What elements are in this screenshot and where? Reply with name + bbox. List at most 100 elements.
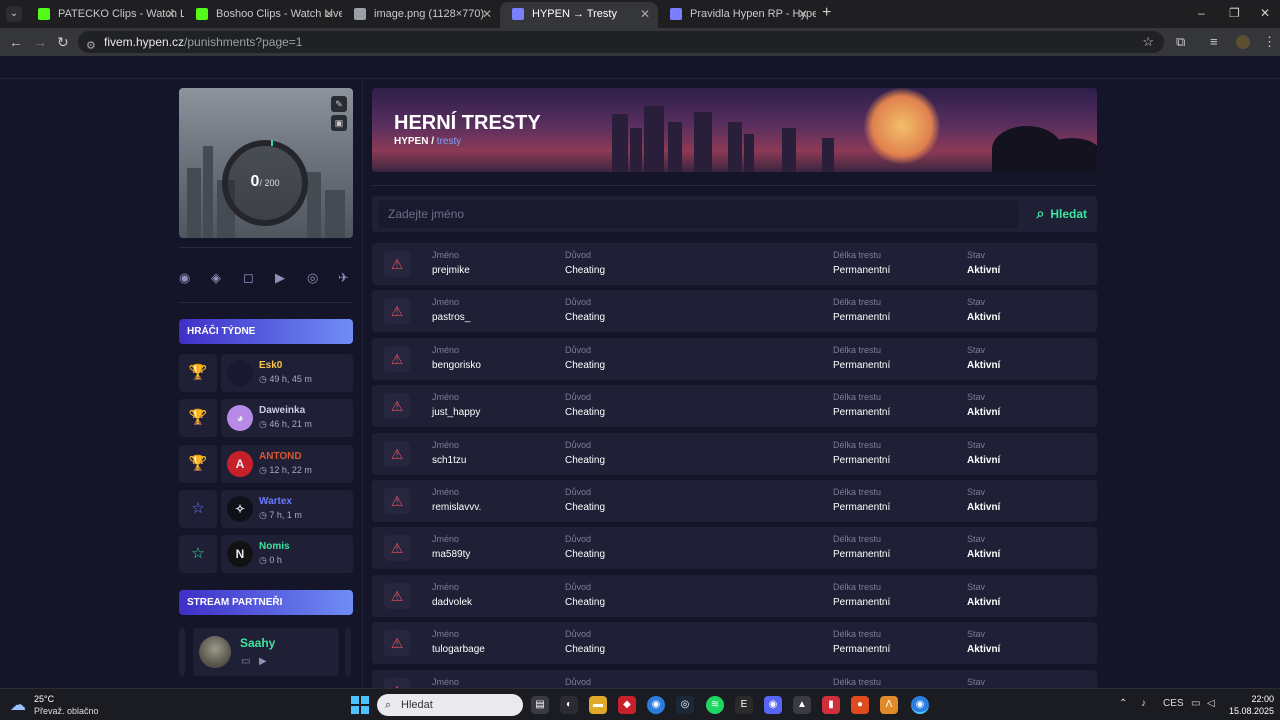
- browser-tab[interactable]: PATECKO Clips - Watch Live on✕: [26, 2, 184, 28]
- taskbar-search[interactable]: ⌕ Hledat: [377, 694, 523, 716]
- sidebar-separator: [179, 302, 353, 303]
- player-card[interactable]: ✧ Wartex ◷ 7 h, 1 m: [221, 490, 353, 528]
- weather-temperature[interactable]: 25°C: [34, 694, 54, 704]
- reason-label: Důvod: [565, 297, 592, 307]
- start-button[interactable]: [351, 696, 369, 714]
- player-name: pastros_: [432, 312, 471, 323]
- player-name: Esk0: [259, 360, 283, 371]
- profile-avatar[interactable]: [1236, 35, 1250, 49]
- address-toolbar: ← → ↻ ⚙ fivem.hypen.cz/punishments?page=…: [0, 28, 1280, 56]
- punishment-row[interactable]: ⚠ Jméno sch1tzu Důvod Cheating Délka trestu Pe…: [372, 433, 1097, 475]
- windows-taskbar: ☁ 25°C Převaž. oblačno ⌕ Hledat ▤ ◐ ▬ ◆ ◉…: [0, 688, 1280, 720]
- punishment-row[interactable]: ⚠ Jméno prejmike Důvod Cheating Délka trestu P…: [372, 243, 1097, 285]
- file-explorer-icon[interactable]: ▬: [589, 696, 607, 714]
- tab-favicon-icon: [512, 8, 524, 20]
- kick-icon[interactable]: ▭: [241, 656, 250, 667]
- carousel-prev[interactable]: [179, 628, 185, 676]
- punishment-row[interactable]: ⚠ Jméno tulogarbage Důvod Cheating Délka tres…: [372, 622, 1097, 664]
- breadcrumb-home[interactable]: HYPEN /: [394, 136, 434, 147]
- punishment-row[interactable]: ⚠ Jméno pastros_ Důvod Cheating Délka trestu P…: [372, 290, 1097, 332]
- twitter-icon[interactable]: ✈: [338, 270, 349, 286]
- site-info-icon[interactable]: ⚙: [86, 35, 96, 57]
- punishment-row[interactable]: ⚠ Jméno remislavvv. Důvod Cheating Délka tres…: [372, 480, 1097, 522]
- player-card[interactable]: N Nomis ◷ 0 h: [221, 535, 353, 573]
- kick-icon[interactable]: ◈: [211, 270, 221, 286]
- spotify-icon[interactable]: ≋: [706, 696, 724, 714]
- close-window-button[interactable]: ✕: [1260, 6, 1270, 20]
- instagram-icon[interactable]: ◻: [243, 270, 254, 286]
- epic-games-icon[interactable]: E: [735, 696, 753, 714]
- browser-tab[interactable]: HYPEN → Tresty ✕: [500, 2, 658, 28]
- steam-icon[interactable]: ◎: [676, 696, 694, 714]
- punishment-row[interactable]: ⚠ Jméno ma589ty Důvod Cheating Délka trestu Pe…: [372, 527, 1097, 569]
- search-input[interactable]: [378, 200, 1018, 228]
- app-monster-icon[interactable]: ▲: [793, 696, 811, 714]
- browser-tab[interactable]: Pravidla Hypen RP - Hypen ✕: [658, 2, 816, 28]
- copy-icon[interactable]: ▣: [331, 115, 347, 131]
- name-label: Jméno: [432, 534, 460, 544]
- tab-close-icon[interactable]: ✕: [640, 2, 650, 26]
- partner-card[interactable]: Saahy ▭ ▶: [193, 628, 339, 676]
- weather-cloud-icon[interactable]: ☁: [10, 695, 26, 715]
- url-field[interactable]: ⚙ fivem.hypen.cz/punishments?page=1 ☆: [78, 31, 1164, 53]
- carousel-next[interactable]: [345, 628, 351, 676]
- app-a-icon[interactable]: Λ: [880, 696, 898, 714]
- github-icon[interactable]: ◐: [560, 696, 578, 714]
- maximize-button[interactable]: ❐: [1229, 6, 1240, 20]
- browser-tab[interactable]: Boshoo Clips - Watch Live on K✕: [184, 2, 342, 28]
- status-value: Aktivní: [967, 312, 1001, 323]
- player-card[interactable]: Esk0 ◷ 49 h, 45 m: [221, 354, 353, 392]
- length-label: Délka trestu: [833, 677, 882, 687]
- weather-description[interactable]: Převaž. oblačno: [34, 706, 99, 716]
- minimize-button[interactable]: –: [1198, 6, 1205, 20]
- youtube-icon[interactable]: ▶: [259, 656, 267, 667]
- reason-label: Důvod: [565, 487, 592, 497]
- page-title: HERNÍ TRESTY: [394, 112, 541, 134]
- tray-chevron-icon[interactable]: ⌃: [1119, 698, 1127, 709]
- name-label: Jméno: [432, 297, 460, 307]
- punishment-row[interactable]: ⚠ Jméno bengorisko Důvod Cheating Délka trest…: [372, 338, 1097, 380]
- player-card[interactable]: ◕ Daweinka ◷ 46 h, 21 m: [221, 399, 353, 437]
- pin-icon[interactable]: ✎: [331, 96, 347, 112]
- bookmark-star-icon[interactable]: ☆: [1142, 31, 1154, 53]
- punishment-row[interactable]: ⚠ Jméno Důvod Délka trestu Stav: [372, 670, 1097, 688]
- app-red-icon[interactable]: ◆: [618, 696, 636, 714]
- tab-close-icon[interactable]: ✕: [324, 2, 334, 26]
- input-language[interactable]: CES: [1163, 698, 1184, 709]
- reading-list-icon[interactable]: ≡: [1210, 34, 1218, 49]
- discord-icon[interactable]: ◉: [179, 270, 190, 286]
- player-card[interactable]: A ANTOND ◷ 12 h, 22 m: [221, 445, 353, 483]
- player-name: tulogarbage: [432, 644, 485, 655]
- clock-date[interactable]: 15.08.2025: [1224, 706, 1274, 716]
- new-tab-button[interactable]: +: [822, 4, 831, 22]
- punishment-row[interactable]: ⚠ Jméno dadvolek Důvod Cheating Délka trestu P…: [372, 575, 1097, 617]
- chrome-icon[interactable]: ◉: [647, 696, 665, 714]
- search-button[interactable]: ⌕ Hledat: [1036, 205, 1087, 222]
- tab-close-icon[interactable]: ✕: [482, 2, 492, 26]
- task-view-icon[interactable]: ▤: [531, 696, 549, 714]
- volume-icon[interactable]: ◁: [1207, 698, 1215, 709]
- player-playtime: ◷ 0 h: [259, 555, 282, 565]
- chrome-active-icon[interactable]: ◉: [911, 696, 929, 714]
- forward-icon[interactable]: →: [33, 34, 47, 50]
- reload-icon[interactable]: ↻: [57, 34, 69, 51]
- app-fivem-icon[interactable]: ▮: [822, 696, 840, 714]
- back-icon[interactable]: ←: [9, 34, 23, 50]
- youtube-icon[interactable]: ▶: [275, 270, 285, 286]
- content-separator: [372, 185, 1097, 186]
- clock-time[interactable]: 22:00: [1230, 694, 1274, 704]
- breadcrumb-current[interactable]: tresty: [437, 136, 461, 147]
- steam-icon[interactable]: ◎: [307, 270, 318, 286]
- browser-menu-icon[interactable]: ⋮: [1263, 34, 1276, 50]
- length-label: Délka trestu: [833, 629, 882, 639]
- extensions-icon[interactable]: ⧉: [1176, 34, 1185, 50]
- tab-close-icon[interactable]: ✕: [166, 2, 176, 26]
- tab-search-button[interactable]: ⌄: [6, 6, 22, 22]
- network-icon[interactable]: ▭: [1191, 698, 1200, 709]
- punishment-row[interactable]: ⚠ Jméno just_happy Důvod Cheating Délka trest…: [372, 385, 1097, 427]
- app-orange-icon[interactable]: ●: [851, 696, 869, 714]
- discord-icon[interactable]: ◉: [764, 696, 782, 714]
- tab-close-icon[interactable]: ✕: [798, 2, 808, 26]
- microphone-icon[interactable]: ♪: [1141, 698, 1146, 709]
- browser-tab[interactable]: image.png (1128×770) ✕: [342, 2, 500, 28]
